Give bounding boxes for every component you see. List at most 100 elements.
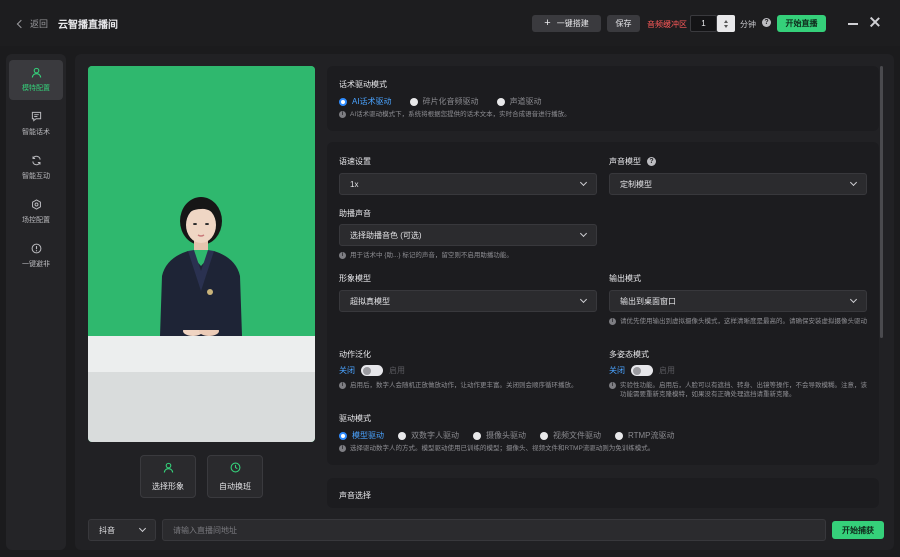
voice-select-card: [327, 478, 879, 508]
alert-icon: [31, 243, 42, 254]
platform-select[interactable]: 抖音: [88, 519, 156, 541]
motion-toggle[interactable]: [361, 365, 383, 376]
platform-value: 抖音: [99, 525, 115, 535]
select-avatar-label: 选择形象: [152, 481, 184, 491]
radio-video-file-drive[interactable]: 视频文件驱动: [540, 430, 601, 441]
assist-voice-select[interactable]: 选择助播音色 (可选): [339, 224, 597, 246]
radio-dual-avatar-drive[interactable]: 双数字人驱动: [398, 430, 459, 441]
minimize-icon[interactable]: [848, 23, 858, 25]
help-icon[interactable]: ?: [647, 157, 656, 166]
radio-camera-drive[interactable]: 摄像头驱动: [473, 430, 526, 441]
output-mode-value: 输出到桌面窗口: [620, 296, 676, 306]
radio-label: 摄像头驱动: [486, 431, 526, 440]
refresh-icon: [31, 155, 42, 166]
drive-mode-hint: i 选择驱动数字人的方式。模型驱动使用已训练的模型；摄像头、视频文件和RTMP流…: [339, 444, 859, 453]
sidebar-item-smart-interaction[interactable]: 智能互动: [9, 148, 63, 188]
stepper-down-icon[interactable]: [724, 24, 728, 28]
radio-rtmp-drive[interactable]: RTMP流驱动: [615, 430, 675, 441]
speed-select[interactable]: 1x: [339, 173, 597, 195]
multi-pose-toggle[interactable]: [631, 365, 653, 376]
toggle-on-label: 启用: [389, 366, 405, 375]
radio-dot-icon: [398, 431, 406, 440]
info-icon: i: [339, 445, 346, 452]
start-live-button[interactable]: 开始直播: [777, 15, 826, 32]
hint-text: 选择驱动数字人的方式。模型驱动使用已训练的模型；摄像头、视频文件和RTMP流驱动…: [350, 445, 655, 452]
motion-label: 动作泛化: [339, 350, 371, 359]
assist-voice-hint: i 用于话术中 {助...} 标记的声音，留空则不启用助播功能。: [339, 251, 639, 260]
output-mode-select[interactable]: 输出到桌面窗口: [609, 290, 867, 312]
auto-shift-button[interactable]: 自动换班: [207, 455, 263, 498]
back-button[interactable]: 返回: [16, 17, 48, 30]
radio-dot-icon: [615, 431, 623, 440]
info-icon: i: [339, 382, 346, 389]
one-click-setup-button[interactable]: + 一键搭建: [532, 15, 601, 32]
chevron-down-icon: [849, 178, 858, 187]
avatar-model-value: 超拟真模型: [350, 296, 390, 306]
avatar-preview: [88, 66, 315, 442]
avatar-image: [88, 66, 315, 442]
clock-icon: [230, 462, 241, 475]
save-button[interactable]: 保存: [607, 15, 640, 32]
toggle-off-label: 关闭: [339, 366, 355, 375]
speed-value: 1x: [350, 179, 359, 189]
chevron-left-icon: [16, 19, 26, 28]
radio-dot-icon: [496, 97, 505, 106]
radio-dot-icon: [339, 97, 347, 106]
toggle-off-label: 关闭: [609, 366, 625, 375]
app-title: 云智播直播间: [58, 20, 118, 31]
sidebar-item-smart-script[interactable]: 智能话术: [9, 104, 63, 144]
radio-label: 双数字人驱动: [411, 431, 459, 440]
hint-text: AI话术驱动模式下，系统将根据您提供的话术文本，实时合成语音进行播放。: [350, 111, 571, 118]
auto-shift-label: 自动换班: [219, 481, 251, 491]
user-icon: [31, 67, 42, 78]
radio-dot-icon: [409, 97, 418, 106]
motion-toggle-row: 关闭 启用: [339, 365, 405, 376]
radio-label: RTMP流驱动: [628, 431, 675, 440]
chevron-down-icon: [579, 229, 588, 238]
multi-pose-toggle-row: 关闭 启用: [609, 365, 675, 376]
close-icon[interactable]: [869, 16, 881, 28]
live-room-url-input[interactable]: 请输入直播间地址: [162, 519, 826, 541]
info-icon: i: [609, 318, 616, 325]
avatar-model-label: 形象模型: [339, 274, 371, 283]
start-capture-button[interactable]: 开始捕获: [832, 521, 884, 539]
radio-label: 模型驱动: [352, 431, 384, 440]
voice-model-label-row: 声音模型 ?: [609, 156, 656, 167]
chevron-down-icon: [849, 295, 858, 304]
settings-scrollbar[interactable]: [880, 66, 883, 338]
sidebar-item-label: 场控配置: [22, 217, 50, 224]
sidebar-item-label: 智能话术: [22, 129, 50, 136]
radio-dot-icon: [540, 431, 548, 440]
multi-pose-label: 多姿态模式: [609, 350, 649, 359]
buffer-stepper[interactable]: [717, 15, 735, 32]
speed-label: 语速设置: [339, 157, 371, 166]
voice-model-label: 声音模型: [609, 157, 641, 166]
hint-text: 实验性功能。启用后，人脸可以有遮挡、转身、出镜等操作，不会导致模糊。注意，该功能…: [620, 382, 867, 398]
script-mode-title: 话术驱动模式: [339, 80, 387, 89]
drive-mode-label: 驱动模式: [339, 414, 371, 423]
drive-mode-options: 模型驱动 双数字人驱动 摄像头驱动 视频文件驱动 RTMP流驱动: [339, 430, 675, 441]
buffer-minutes-input[interactable]: 1: [690, 15, 717, 32]
voice-select-title: 声音选择: [339, 491, 371, 500]
avatar-model-select[interactable]: 超拟真模型: [339, 290, 597, 312]
chevron-down-icon: [579, 295, 588, 304]
voice-model-value: 定制模型: [620, 179, 652, 189]
one-click-label: 一键搭建: [556, 19, 589, 28]
radio-model-drive[interactable]: 模型驱动: [339, 430, 384, 441]
multi-pose-hint: i 实验性功能。启用后，人脸可以有遮挡、转身、出镜等操作，不会导致模糊。注意，该…: [609, 381, 871, 399]
sidebar-item-one-click-avoid[interactable]: 一键避非: [9, 236, 63, 276]
stepper-up-icon[interactable]: [724, 19, 728, 23]
chevron-down-icon: [138, 524, 147, 533]
minutes-label: 分钟: [740, 20, 756, 29]
radio-channel-drive[interactable]: 声道驱动: [496, 96, 542, 107]
radio-fragment-audio[interactable]: 碎片化音频驱动: [409, 96, 479, 107]
radio-ai-script[interactable]: AI话术驱动: [339, 96, 392, 107]
sidebar-item-model-config[interactable]: 模特配置: [9, 60, 63, 100]
info-icon: i: [609, 382, 616, 389]
voice-model-select[interactable]: 定制模型: [609, 173, 867, 195]
radio-dot-icon: [339, 431, 347, 440]
output-mode-label: 输出模式: [609, 274, 641, 283]
select-avatar-button[interactable]: 选择形象: [140, 455, 196, 498]
sidebar-item-scene-control[interactable]: 场控配置: [9, 192, 63, 232]
help-icon[interactable]: ?: [762, 18, 771, 27]
